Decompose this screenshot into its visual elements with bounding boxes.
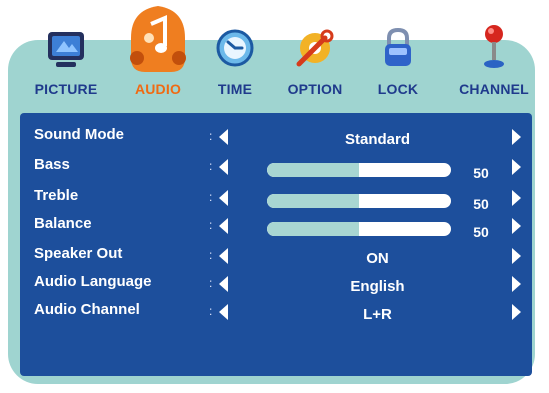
menu-row-balance[interactable]: Balance : 50 [20, 215, 532, 240]
separator: : [209, 248, 213, 262]
audio-settings-list: Sound Mode : Standard Bass : 50 Treble :… [20, 113, 532, 376]
arrow-left-icon[interactable] [219, 218, 228, 234]
menu-row-audio-language[interactable]: Audio Language : English [20, 273, 532, 297]
menu-row-label: Sound Mode [34, 126, 124, 143]
menu-row-value: L+R [363, 306, 392, 323]
clock-icon [216, 29, 254, 67]
menu-row-value: English [350, 278, 405, 295]
arrow-right-icon[interactable] [512, 304, 521, 320]
arrow-right-icon[interactable] [512, 190, 521, 206]
tab-label: AUDIO [134, 81, 182, 97]
menu-row-value: ON [366, 250, 389, 267]
menu-row-speaker-out[interactable]: Speaker Out : ON [20, 245, 532, 269]
slider-value: 50 [473, 165, 489, 181]
menu-row-audio-channel[interactable]: Audio Channel : L+R [20, 301, 532, 325]
tab-label: TIME [217, 81, 253, 97]
tab-picture[interactable]: PICTURE [20, 0, 112, 100]
menu-row-bass[interactable]: Bass : 50 [20, 156, 532, 181]
arrow-left-icon[interactable] [219, 129, 228, 145]
menu-row-label: Balance [34, 215, 92, 232]
tab-channel[interactable]: CHANNEL [446, 0, 542, 100]
menu-row-label: Speaker Out [34, 245, 123, 262]
separator: : [209, 304, 213, 318]
tab-label: OPTION [287, 81, 343, 97]
arrow-left-icon[interactable] [219, 190, 228, 206]
slider-value: 50 [473, 196, 489, 212]
slider-fill [267, 194, 359, 208]
music-note-icon [130, 6, 186, 72]
menu-row-label: Audio Channel [34, 301, 140, 318]
antenna-icon [484, 25, 504, 68]
tab-audio[interactable]: AUDIO [118, 0, 198, 100]
arrow-right-icon[interactable] [512, 248, 521, 264]
monitor-icon [48, 32, 84, 67]
separator: : [209, 159, 213, 173]
arrow-right-icon[interactable] [512, 276, 521, 292]
menu-row-label: Treble [34, 187, 79, 204]
arrow-right-icon[interactable] [512, 159, 521, 175]
padlock-icon [385, 27, 411, 66]
arrow-left-icon[interactable] [219, 304, 228, 320]
tab-label: CHANNEL [459, 81, 529, 97]
separator: : [209, 276, 213, 290]
tab-label: PICTURE [34, 81, 98, 97]
slider-track[interactable] [267, 194, 451, 208]
wrench-icon [296, 29, 334, 67]
slider-value: 50 [473, 224, 489, 240]
menu-row-label: Audio Language [34, 273, 152, 290]
tab-label: LOCK [377, 81, 419, 97]
slider-track[interactable] [267, 222, 451, 236]
arrow-left-icon[interactable] [219, 276, 228, 292]
tab-lock[interactable]: LOCK [367, 0, 429, 100]
slider-track[interactable] [267, 163, 451, 177]
menu-row-sound-mode[interactable]: Sound Mode : Standard [20, 126, 532, 150]
tab-time[interactable]: TIME [205, 0, 265, 100]
arrow-left-icon[interactable] [219, 159, 228, 175]
slider-fill [267, 222, 359, 236]
menu-row-label: Bass [34, 156, 70, 173]
tab-bar: PICTURE AUDIO TIME OPTION LOCK CHANNEL [0, 0, 549, 100]
menu-row-value: Standard [344, 131, 410, 148]
separator: : [209, 129, 213, 143]
separator: : [209, 218, 213, 232]
arrow-left-icon[interactable] [219, 248, 228, 264]
arrow-right-icon[interactable] [512, 218, 521, 234]
tab-option[interactable]: OPTION [270, 0, 360, 100]
arrow-right-icon[interactable] [512, 129, 521, 145]
menu-row-treble[interactable]: Treble : 50 [20, 187, 532, 212]
separator: : [209, 190, 213, 204]
slider-fill [267, 163, 359, 177]
